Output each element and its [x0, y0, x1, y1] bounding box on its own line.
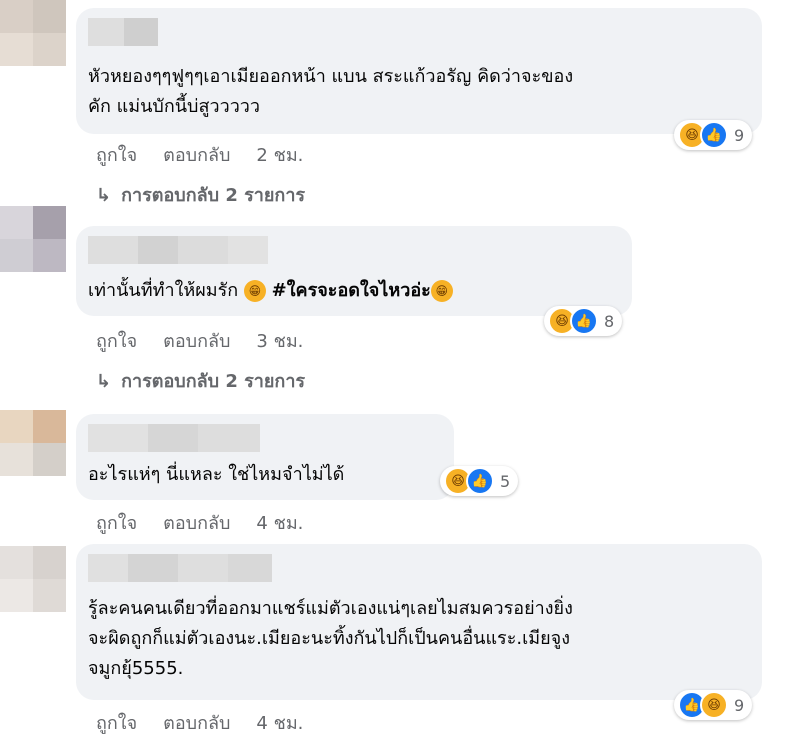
comment-bubble: รู้ละคนคนเดียวที่ออกมาแชร์แม่ตัวเองแน่ๆเ… [76, 544, 762, 700]
like-button[interactable]: ถูกใจ [96, 508, 137, 537]
reaction-summary[interactable]: 😆 👍 5 [440, 466, 519, 496]
hashtag-link[interactable]: #ใครจะอดใจไหวอ่ะ [272, 280, 431, 301]
comment-bubble: อะไรแห่ๆ นี่แหละ ใช่ไหมจำไม่ได้ [76, 414, 454, 500]
haha-icon: 😆 [700, 691, 728, 719]
comment-bubble: เท่านั้นที่ทำให้ผมรัก 😁 #ใครจะอดใจไหวอ่ะ… [76, 226, 632, 316]
commenter-name-blurred[interactable] [88, 554, 272, 582]
comment-text: อะไรแห่ๆ นี่แหละ ใช่ไหมจำไม่ได้ [88, 464, 345, 485]
like-icon: 👍 [466, 467, 494, 495]
commenter-name-blurred[interactable] [88, 424, 260, 452]
timestamp[interactable]: 2 ชม. [256, 140, 303, 169]
reaction-count: 9 [734, 125, 745, 145]
reply-button[interactable]: ตอบกลับ [163, 140, 230, 169]
avatar[interactable] [0, 546, 66, 612]
view-replies-link[interactable]: ↳ การตอบกลับ 2 รายการ [96, 180, 305, 209]
comment-text: เท่านั้นที่ทำให้ผมรัก 😁 #ใครจะอดใจไหวอ่ะ… [88, 276, 453, 306]
like-icon: 👍 [570, 307, 598, 335]
avatar[interactable] [0, 410, 66, 476]
like-button[interactable]: ถูกใจ [96, 708, 137, 737]
timestamp[interactable]: 4 ชม. [256, 508, 303, 537]
comment-text: รู้ละคนคนเดียวที่ออกมาแชร์แม่ตัวเองแน่ๆเ… [88, 598, 573, 679]
like-button[interactable]: ถูกใจ [96, 140, 137, 169]
avatar[interactable] [0, 206, 66, 272]
reaction-summary[interactable]: 👍 😆 9 [674, 690, 753, 720]
reply-arrow-icon: ↳ [96, 185, 112, 206]
commenter-name-blurred[interactable] [88, 236, 268, 264]
reaction-summary[interactable]: 😆 👍 9 [674, 120, 753, 150]
commenter-name-blurred[interactable] [88, 18, 158, 46]
avatar[interactable] [0, 0, 66, 66]
reply-button[interactable]: ตอบกลับ [163, 326, 230, 355]
reaction-count: 9 [734, 695, 745, 715]
like-icon: 👍 [700, 121, 728, 149]
timestamp[interactable]: 4 ชม. [256, 708, 303, 737]
reaction-count: 8 [604, 311, 615, 331]
reply-arrow-icon: ↳ [96, 371, 112, 392]
grin-emoji-icon: 😁 [430, 280, 453, 302]
comment-bubble: หัวหยองๆๆฟูๆๆเอาเมียออกหน้า แบน สระแก้วอ… [76, 8, 762, 134]
reaction-summary[interactable]: 😆 👍 8 [544, 306, 623, 336]
comment-text: หัวหยองๆๆฟูๆๆเอาเมียออกหน้า แบน สระแก้วอ… [88, 66, 574, 117]
reply-button[interactable]: ตอบกลับ [163, 508, 230, 537]
view-replies-link[interactable]: ↳ การตอบกลับ 2 รายการ [96, 366, 305, 395]
reaction-count: 5 [500, 471, 511, 491]
reply-button[interactable]: ตอบกลับ [163, 708, 230, 737]
timestamp[interactable]: 3 ชม. [256, 326, 303, 355]
like-button[interactable]: ถูกใจ [96, 326, 137, 355]
grin-emoji-icon: 😁 [243, 280, 266, 302]
